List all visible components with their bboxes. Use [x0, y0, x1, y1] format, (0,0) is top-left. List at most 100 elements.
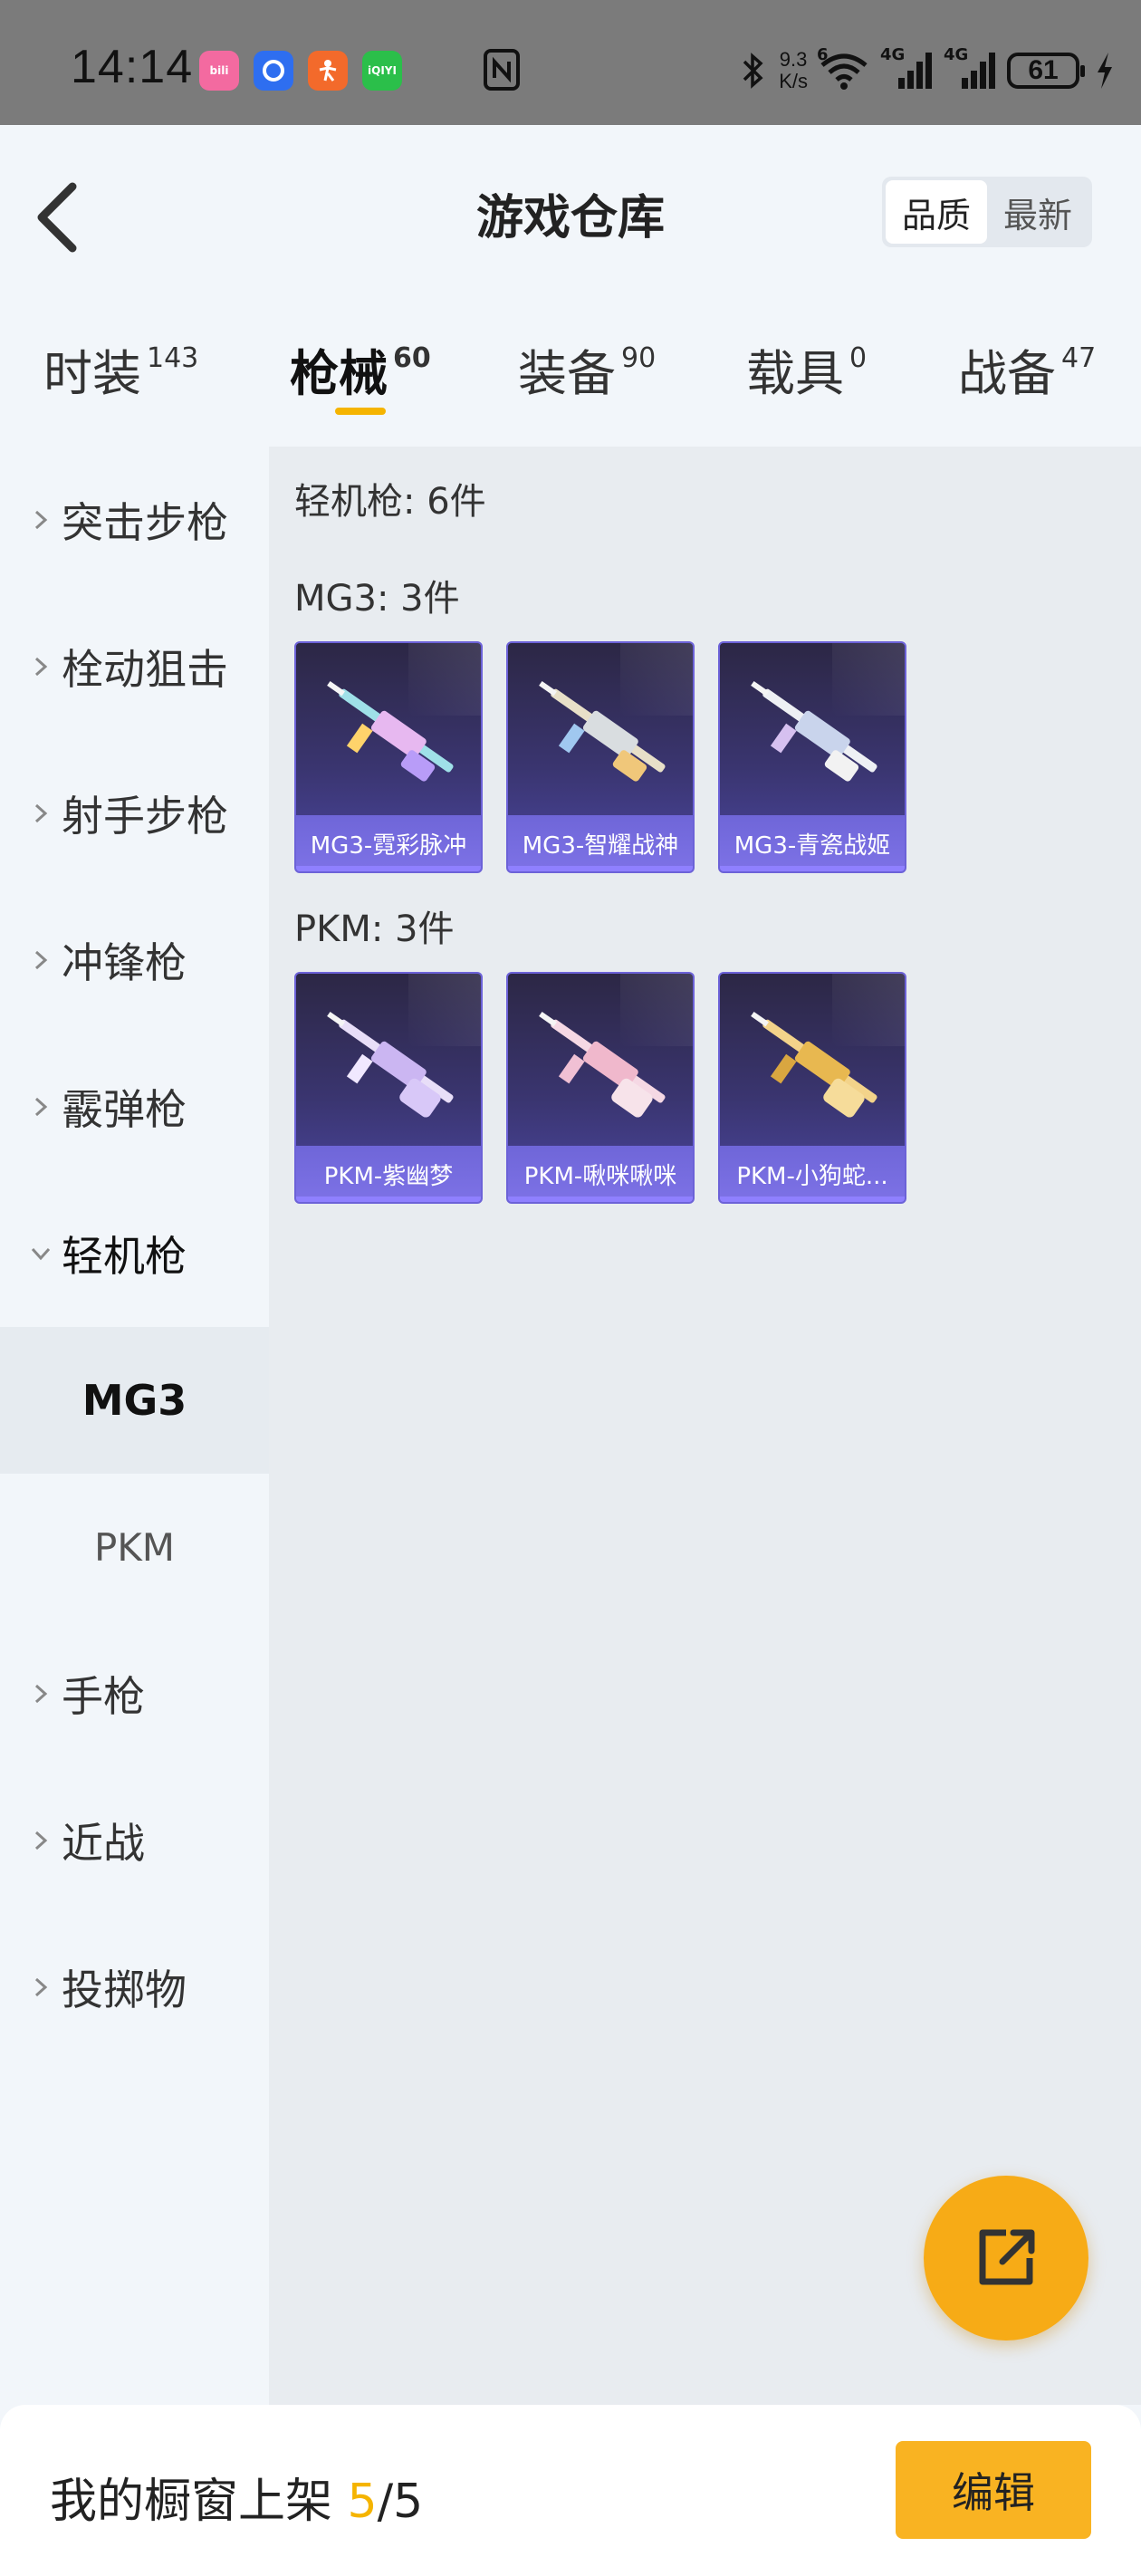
charging-icon — [1098, 53, 1112, 89]
runner-app-icon — [308, 51, 348, 91]
tab-label: 枪械 — [290, 345, 388, 402]
item-card-label: PKM-小狗蛇... — [720, 1146, 905, 1202]
status-icons: 9.3 K/s 6 4G 4G 61 — [737, 43, 1116, 98]
tab-firearms[interactable]: 枪械 60 — [290, 333, 431, 405]
category-count: 轻机枪: 6件 — [294, 481, 486, 523]
machine-gun-skin-image — [327, 680, 454, 782]
rarity-bar — [296, 1197, 481, 1202]
sidebar-item-label: 近战 — [62, 1819, 145, 1868]
tab-vehicles[interactable]: 载具 0 — [746, 333, 867, 405]
page-header: 游戏仓库 品质 最新 — [0, 125, 1141, 297]
edit-button[interactable]: 编辑 — [896, 2441, 1091, 2539]
battery-icon: 61 — [1007, 53, 1085, 89]
rarity-bar — [720, 1197, 905, 1202]
item-card-label: MG3-霓彩脉冲 — [296, 815, 481, 871]
sim2-label: 4G — [944, 45, 969, 64]
wifi-label: 6 — [817, 45, 829, 64]
chevron-right-icon — [34, 1977, 48, 1997]
sort-quality-button[interactable]: 品质 — [886, 180, 987, 244]
network-speed: 9.3 K/s — [779, 49, 808, 92]
sidebar: 突击步枪 栓动狙击 射手步枪 冲锋枪 霰弹枪 轻机枪 MG3 PKM 手枪 近战… — [0, 447, 269, 2405]
sidebar-item-label: 手枪 — [62, 1672, 145, 1721]
rarity-bar — [508, 1197, 693, 1202]
item-card-mg3-zhiyao[interactable]: MG3-智耀战神 — [506, 641, 695, 873]
chevron-down-icon — [31, 1247, 51, 1261]
sidebar-item-label: 射手步枪 — [62, 792, 228, 841]
status-time: 14:14 — [71, 41, 194, 93]
tab-label: 战备 — [958, 345, 1056, 402]
sort-toggle: 品质 最新 — [882, 177, 1092, 247]
signal-icon-2: 4G — [944, 45, 998, 91]
item-card-label: PKM-紫幽梦 — [296, 1146, 481, 1202]
sidebar-item-label: 栓动狙击 — [62, 645, 228, 694]
tab-count: 60 — [393, 342, 431, 374]
shield-app-icon — [254, 51, 293, 91]
chevron-right-icon — [34, 510, 48, 530]
rarity-bar — [296, 866, 481, 871]
machine-gun-skin-image — [751, 680, 877, 782]
tab-count: 143 — [147, 342, 199, 374]
tab-label: 载具 — [746, 345, 844, 402]
sidebar-item-label: 霰弹枪 — [62, 1085, 187, 1134]
item-card-label: MG3-智耀战神 — [508, 815, 693, 871]
sidebar-item-throwable[interactable]: 投掷物 — [0, 1914, 269, 2061]
nfc-icon — [484, 49, 520, 91]
sidebar-item-marksman-rifle[interactable]: 射手步枪 — [0, 740, 269, 887]
machine-gun-skin-image — [539, 1011, 666, 1118]
shelf-current-count: 5 — [347, 2475, 378, 2529]
item-card-mg3-neon[interactable]: MG3-霓彩脉冲 — [294, 641, 483, 873]
sidebar-subitem-pkm[interactable]: PKM — [0, 1474, 269, 1620]
battery-level: 61 — [1028, 55, 1059, 85]
tab-equipment[interactable]: 装备 90 — [518, 333, 656, 405]
sidebar-item-label: 轻机枪 — [62, 1232, 187, 1281]
speed-unit: K/s — [779, 70, 808, 92]
chevron-right-icon — [34, 950, 48, 970]
tab-count: 0 — [849, 342, 868, 374]
sim1-label: 4G — [880, 45, 906, 64]
bilibili-app-icon: bili — [199, 51, 239, 91]
rarity-bar — [508, 866, 693, 871]
machine-gun-skin-image — [751, 1011, 877, 1118]
item-card-pkm-ziyoumeng[interactable]: PKM-紫幽梦 — [294, 972, 483, 1204]
tab-count: 47 — [1061, 342, 1097, 374]
category-tabs: 时装 143 枪械 60 装备 90 载具 0 战备 47 — [0, 297, 1141, 447]
sidebar-item-smg[interactable]: 冲锋枪 — [0, 887, 269, 1033]
sidebar-item-shotgun[interactable]: 霰弹枪 — [0, 1033, 269, 1180]
sort-newest-button[interactable]: 最新 — [987, 180, 1088, 244]
shelf-label: 我的橱窗上架 — [50, 2475, 348, 2529]
sidebar-item-lmg[interactable]: 轻机枪 — [0, 1180, 269, 1327]
shelf-status: 我的橱窗上架 5/5 — [50, 2463, 423, 2531]
sidebar-item-bolt-sniper[interactable]: 栓动狙击 — [0, 593, 269, 740]
sidebar-item-label: 冲锋枪 — [62, 938, 187, 987]
item-card-mg3-qingci[interactable]: MG3-青瓷战姬 — [718, 641, 906, 873]
sidebar-item-melee[interactable]: 近战 — [0, 1767, 269, 1914]
tab-supplies[interactable]: 战备 47 — [958, 333, 1096, 405]
item-card-pkm-jiumi[interactable]: PKM-啾咪啾咪 — [506, 972, 695, 1204]
machine-gun-skin-image — [327, 1011, 454, 1118]
chevron-right-icon — [34, 657, 48, 677]
tab-label: 装备 — [518, 345, 616, 402]
shelf-total-count: /5 — [377, 2475, 424, 2529]
group-title-pkm: PKM: 3件 — [294, 908, 455, 950]
sidebar-subitem-mg3[interactable]: MG3 — [0, 1327, 269, 1474]
sidebar-item-pistol[interactable]: 手枪 — [0, 1620, 269, 1767]
chevron-right-icon — [34, 1684, 48, 1704]
wifi-icon: 6 — [817, 45, 871, 91]
item-card-label: MG3-青瓷战姬 — [720, 815, 905, 871]
tab-label: 时装 — [43, 345, 141, 402]
machine-gun-skin-image — [539, 680, 666, 782]
tab-count: 90 — [621, 342, 657, 374]
sidebar-item-label: 突击步枪 — [62, 498, 228, 547]
tab-fashion[interactable]: 时装 143 — [43, 333, 198, 405]
item-grid-panel: 轻机枪: 6件 MG3: 3件 MG3-霓彩脉冲 MG3-智耀战神 MG3-青瓷… — [269, 447, 1141, 2405]
rarity-bar — [720, 866, 905, 871]
sidebar-item-assault-rifle[interactable]: 突击步枪 — [0, 447, 269, 593]
chevron-right-icon — [34, 803, 48, 823]
share-button[interactable] — [924, 2176, 1088, 2341]
bluetooth-icon — [743, 53, 763, 89]
item-card-pkm-xiaogou[interactable]: PKM-小狗蛇... — [718, 972, 906, 1204]
speed-value: 9.3 — [779, 48, 808, 71]
sidebar-item-label: 投掷物 — [62, 1966, 187, 2014]
group-title-mg3: MG3: 3件 — [294, 578, 460, 620]
iqiyi-app-icon: iQIYI — [362, 51, 402, 91]
